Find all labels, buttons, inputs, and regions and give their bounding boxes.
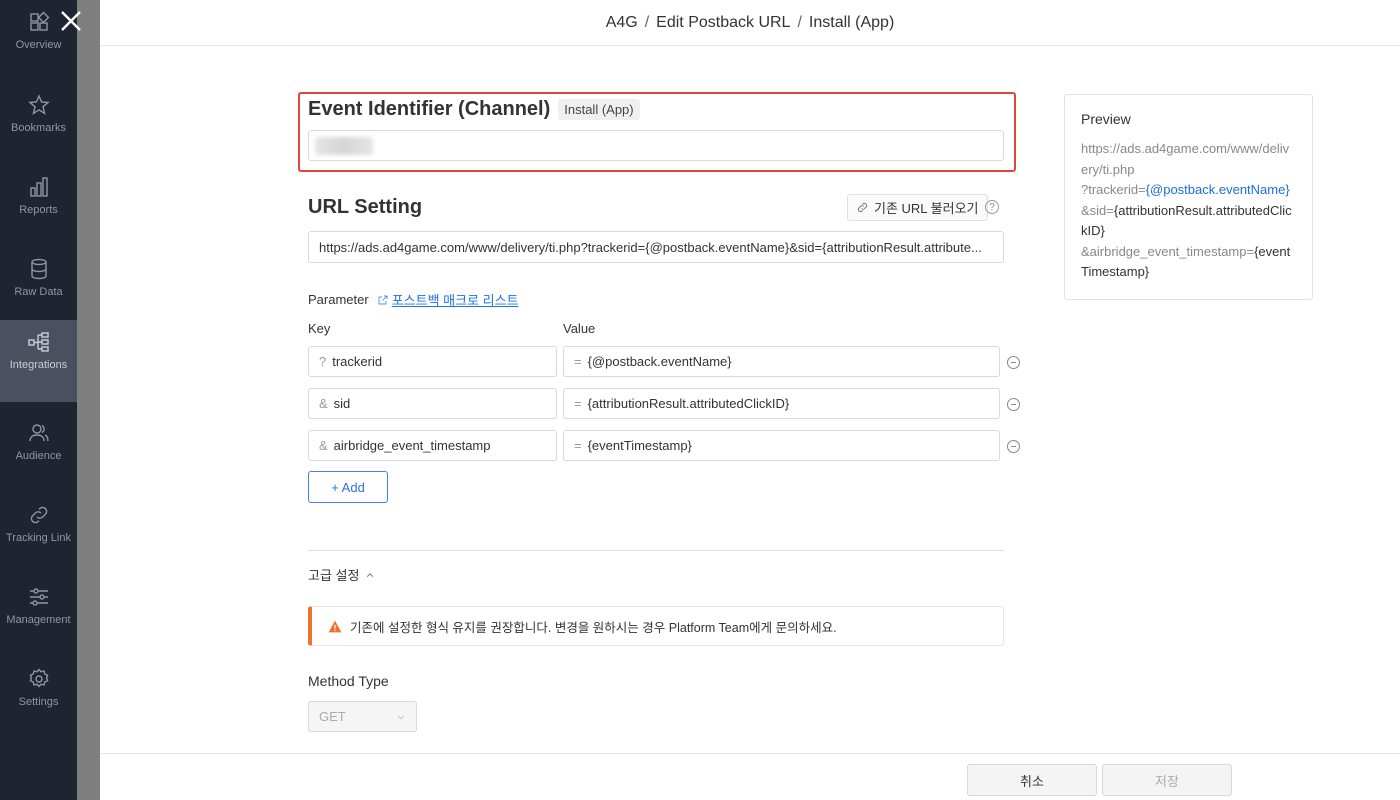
remove-row-icon[interactable]: [1007, 440, 1020, 453]
chevron-down-icon: [397, 715, 405, 719]
sliders-icon: [29, 588, 48, 606]
chevron-up-icon: [367, 572, 374, 577]
param-value-input[interactable]: = {eventTimestamp}: [563, 430, 1000, 461]
database-icon: [30, 258, 47, 280]
bar-chart-icon: [29, 177, 48, 197]
param-value-input[interactable]: = {attributionResult.attributedClickID}: [563, 388, 1000, 419]
param-key-input[interactable]: ? trackerid: [308, 346, 557, 377]
event-tag: Install (App): [558, 99, 640, 120]
sidebar-item-label: Integrations: [9, 359, 68, 371]
external-link-icon: [378, 295, 388, 304]
add-parameter-button[interactable]: + Add: [308, 471, 388, 503]
param-key-input[interactable]: & airbridge_event_timestamp: [308, 430, 557, 461]
preview-title: Preview: [1081, 111, 1131, 127]
sidebar-item-bookmarks[interactable]: Bookmarks: [0, 83, 77, 165]
footer-bar: 취소 저장: [100, 753, 1400, 800]
load-existing-url-button[interactable]: 기존 URL 불러오기: [847, 194, 988, 221]
sidebar-item-label: Settings: [18, 696, 59, 708]
value-column-header: Value: [563, 321, 596, 336]
sidebar-item-settings[interactable]: Settings: [0, 657, 77, 739]
modal-backdrop[interactable]: [77, 0, 100, 800]
sidebar-item-integrations[interactable]: Integrations: [0, 320, 77, 402]
event-identifier-title: Event Identifier (Channel): [308, 98, 551, 120]
method-type-label: Method Type: [308, 673, 389, 689]
method-type-select[interactable]: GET: [308, 701, 417, 732]
star-icon: [27, 94, 50, 116]
warning-banner: 기존에 설정한 형식 유지를 권장합니다. 변경을 원하시는 경우 Platfo…: [308, 606, 1004, 646]
postback-macro-list-label: 포스트백 매크로 리스트: [391, 293, 519, 308]
edit-postback-panel: A4G / Edit Postback URL / Install (App) …: [100, 0, 1400, 800]
cancel-button[interactable]: 취소: [967, 764, 1097, 796]
sidebar-item-label: Bookmarks: [10, 122, 67, 134]
url-setting-title: URL Setting: [308, 196, 423, 218]
method-type-value: GET: [319, 709, 346, 724]
advanced-settings-label: 고급 설정: [308, 568, 360, 583]
hierarchy-icon: [27, 332, 49, 352]
sidebar-item-audience[interactable]: Audience: [0, 411, 77, 493]
users-icon: [28, 424, 49, 442]
param-value-input[interactable]: = {@postback.eventName}: [563, 346, 1000, 377]
event-identifier-heading: Event Identifier (Channel) Install (App): [308, 98, 640, 121]
help-icon[interactable]: ?: [985, 200, 999, 214]
parameter-section: Parameter 포스트백 매크로 리스트: [308, 290, 519, 309]
save-button[interactable]: 저장: [1102, 764, 1232, 796]
breadcrumb-page: Edit Postback URL: [656, 13, 791, 31]
key-column-header: Key: [308, 321, 331, 336]
preview-url: https://ads.ad4game.com/www/delivery/ti.…: [1081, 141, 1292, 279]
remove-row-icon[interactable]: [1007, 398, 1020, 411]
url-input[interactable]: https://ads.ad4game.com/www/delivery/ti.…: [308, 231, 1004, 263]
event-identifier-input[interactable]: [308, 130, 1004, 161]
sidebar-item-label: Audience: [15, 450, 62, 462]
remove-row-icon[interactable]: [1007, 356, 1020, 369]
breadcrumb-event: Install (App): [808, 13, 895, 31]
postback-macro-list-link[interactable]: 포스트백 매크로 리스트: [377, 290, 519, 309]
parameter-label: Parameter: [308, 292, 369, 307]
sidebar-item-label: Management: [6, 614, 71, 626]
preview-card: Preview https://ads.ad4game.com/www/deli…: [1064, 94, 1313, 300]
sidebar-item-label: Tracking Link: [5, 532, 71, 544]
left-sidebar: Overview Bookmarks Reports Raw Data Inte…: [0, 0, 77, 800]
url-value: https://ads.ad4game.com/www/delivery/ti.…: [319, 239, 982, 255]
grid-icon: [29, 11, 49, 31]
sidebar-item-reports[interactable]: Reports: [0, 165, 77, 247]
advanced-settings-toggle[interactable]: 고급 설정: [308, 565, 375, 584]
breadcrumb: A4G / Edit Postback URL / Install (App): [100, 0, 1400, 46]
sidebar-item-raw-data[interactable]: Raw Data: [0, 247, 77, 329]
warning-text: 기존에 설정한 형식 유지를 권장합니다. 변경을 원하시는 경우 Platfo…: [350, 620, 837, 635]
load-existing-url-label: 기존 URL 불러오기: [874, 201, 979, 216]
breadcrumb-app: A4G: [605, 13, 638, 31]
link-icon: [858, 203, 867, 212]
sidebar-item-label: Raw Data: [14, 286, 63, 298]
close-button[interactable]: [56, 6, 86, 36]
sidebar-item-management[interactable]: Management: [0, 575, 77, 657]
close-icon: [61, 11, 81, 31]
sidebar-item-tracking-link[interactable]: Tracking Link: [0, 493, 77, 575]
redacted-value: [315, 137, 373, 155]
warning-icon: [328, 620, 342, 632]
link-icon: [30, 506, 47, 524]
divider: [308, 550, 1004, 551]
sidebar-item-label: Reports: [19, 204, 58, 216]
gear-icon: [29, 668, 48, 688]
sidebar-item-label: Overview: [15, 39, 62, 51]
param-key-input[interactable]: & sid: [308, 388, 557, 419]
